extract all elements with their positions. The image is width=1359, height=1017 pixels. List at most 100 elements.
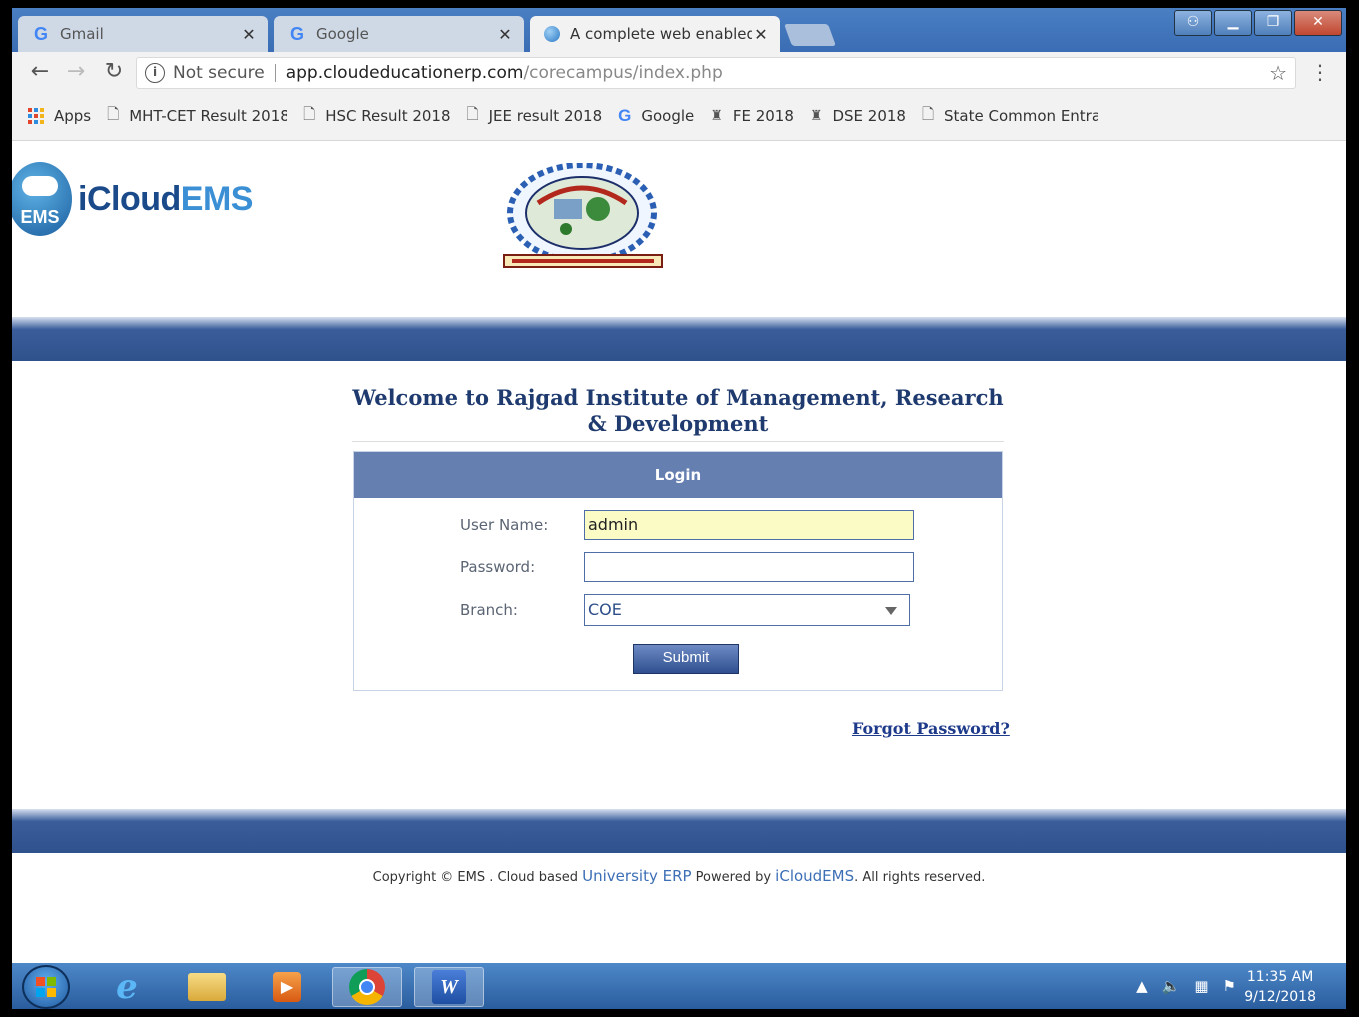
bookmark-label: Apps bbox=[54, 107, 92, 125]
window-controls: ⚇ ▁ ❐ ✕ bbox=[1174, 10, 1342, 36]
bookmark-dse[interactable]: ♜ DSE 2018 bbox=[810, 107, 906, 125]
volume-icon[interactable]: 🔈 bbox=[1162, 977, 1181, 995]
bookmark-label: Google bbox=[641, 107, 695, 125]
logo-text-main: iCloud bbox=[78, 179, 181, 218]
bookmark-jee[interactable]: 🗋 JEE result 2018 bbox=[467, 104, 603, 129]
clock-time: 11:35 AM bbox=[1246, 969, 1314, 985]
tab-google[interactable]: G Google ✕ bbox=[274, 16, 524, 52]
emblem-icon: ♜ bbox=[809, 108, 823, 124]
globe-icon bbox=[544, 26, 560, 42]
network-icon[interactable]: ▦ bbox=[1194, 977, 1208, 995]
browser-window: G Gmail ✕ G Google ✕ A complete web enab… bbox=[12, 8, 1346, 1009]
username-label: User Name: bbox=[460, 516, 549, 534]
forgot-password-link[interactable]: Forgot Password? bbox=[852, 719, 1010, 738]
apps-grid-icon bbox=[28, 108, 44, 124]
bookmark-label: HSC Result 2018 bbox=[325, 107, 451, 125]
username-row: User Name: admin bbox=[460, 510, 914, 540]
action-center-flag-icon[interactable]: ⚑ bbox=[1223, 977, 1236, 995]
username-input[interactable]: admin bbox=[584, 510, 914, 540]
internet-explorer-icon[interactable]: e bbox=[92, 967, 162, 1007]
bookmark-apps[interactable]: Apps bbox=[28, 107, 91, 125]
footer-text-suffix: . All rights reserved. bbox=[854, 870, 986, 885]
page-icon: 🗋 bbox=[107, 104, 120, 123]
back-arrow-icon[interactable]: ← bbox=[28, 60, 52, 84]
taskbar-clock[interactable]: 11:35 AM 9/12/2018 bbox=[1244, 967, 1316, 1007]
chrome-icon[interactable] bbox=[332, 967, 402, 1007]
footer-text-prefix: Copyright © EMS . Cloud based bbox=[372, 870, 583, 885]
browser-toolbar: ← → ↻ i Not secure app.cloudeducationerp… bbox=[12, 52, 1346, 92]
window-close-button[interactable]: ✕ bbox=[1294, 10, 1342, 36]
tab-label: A complete web enabled bbox=[570, 25, 752, 43]
bookmark-label: JEE result 2018 bbox=[488, 107, 603, 125]
logo-badge-text: EMS bbox=[20, 207, 60, 227]
page-content: EMS iCloudEMS Welcome to Rajgad Institut… bbox=[12, 141, 1346, 963]
clock-date: 9/12/2018 bbox=[1244, 989, 1316, 1005]
tab-gmail[interactable]: G Gmail ✕ bbox=[18, 16, 268, 52]
dropdown-arrow-icon bbox=[885, 607, 897, 615]
bookmark-label: FE 2018 bbox=[732, 107, 794, 125]
logo-wordmark: iCloudEMS bbox=[78, 180, 253, 219]
branch-select[interactable]: COE bbox=[584, 594, 910, 626]
system-tray: ▲ 🔈 ▦ ⚑ bbox=[1136, 977, 1236, 995]
forward-arrow-icon[interactable]: → bbox=[64, 60, 88, 84]
url-path: /corecampus/index.php bbox=[523, 63, 723, 83]
windows-taskbar: e ▶ W ▲ 🔈 ▦ ⚑ 11:35 AM 9/12/2018 bbox=[12, 963, 1346, 1009]
bookmark-fe[interactable]: ♜ FE 2018 bbox=[710, 107, 794, 125]
bookmark-mhtcet[interactable]: 🗋 MHT-CET Result 2018 bbox=[107, 104, 287, 129]
bookmark-label: DSE 2018 bbox=[832, 107, 906, 125]
bookmark-label: MHT-CET Result 2018 bbox=[129, 107, 288, 125]
minimize-button[interactable]: ▁ bbox=[1214, 10, 1252, 36]
bookmark-hsc[interactable]: 🗋 HSC Result 2018 bbox=[303, 104, 450, 129]
submit-button[interactable]: Submit bbox=[633, 644, 739, 674]
address-bar[interactable]: i Not secure app.cloudeducationerp.com/c… bbox=[136, 57, 1296, 89]
branch-selected-value: COE bbox=[588, 600, 622, 619]
close-icon[interactable]: ✕ bbox=[496, 25, 514, 44]
bookmark-google[interactable]: G Google bbox=[618, 106, 694, 126]
menu-dots-icon[interactable]: ⋮ bbox=[1310, 60, 1330, 84]
tab-strip: G Gmail ✕ G Google ✕ A complete web enab… bbox=[12, 8, 1346, 52]
page-icon: 🗋 bbox=[921, 104, 935, 123]
tab-active-page[interactable]: A complete web enabled ✕ bbox=[530, 16, 780, 52]
logo-text-accent: EMS bbox=[180, 179, 254, 218]
url-host: app.cloudeducationerp.com bbox=[285, 63, 524, 83]
new-tab-button[interactable] bbox=[783, 24, 837, 46]
divider bbox=[274, 64, 276, 82]
password-row: Password: bbox=[460, 552, 914, 582]
tab-label: Google bbox=[316, 25, 369, 43]
media-player-icon[interactable]: ▶ bbox=[252, 967, 322, 1007]
bookmark-label: State Common Entrance bbox=[944, 107, 1098, 125]
branch-label: Branch: bbox=[460, 601, 518, 619]
google-icon: G bbox=[33, 24, 48, 44]
page-icon: 🗋 bbox=[466, 104, 479, 123]
branch-row: Branch: COE bbox=[460, 594, 910, 626]
cloud-icon bbox=[22, 176, 58, 196]
word-icon[interactable]: W bbox=[414, 967, 484, 1007]
footer-band bbox=[12, 809, 1346, 853]
start-button[interactable] bbox=[22, 965, 70, 1009]
windows-logo-icon bbox=[36, 977, 56, 997]
show-hidden-icons-icon[interactable]: ▲ bbox=[1136, 977, 1148, 995]
icloudems-link[interactable]: iCloudEMS bbox=[775, 867, 854, 885]
page-icon: 🗋 bbox=[303, 104, 316, 123]
footer-text-middle: Powered by bbox=[691, 870, 776, 885]
maximize-button[interactable]: ❐ bbox=[1254, 10, 1292, 36]
bookmark-star-icon[interactable]: ☆ bbox=[1269, 61, 1287, 85]
icloudems-logo[interactable]: EMS iCloudEMS bbox=[12, 159, 253, 239]
info-icon[interactable]: i bbox=[145, 63, 165, 83]
emblem-icon: ♜ bbox=[710, 108, 723, 124]
bookmark-state-cet[interactable]: 🗋 State Common Entrance bbox=[922, 104, 1098, 129]
file-explorer-icon[interactable] bbox=[172, 967, 242, 1007]
close-icon[interactable]: ✕ bbox=[240, 25, 258, 44]
college-seal-icon bbox=[503, 163, 663, 268]
close-icon[interactable]: ✕ bbox=[752, 25, 770, 44]
reload-icon[interactable]: ↻ bbox=[102, 60, 126, 84]
password-input[interactable] bbox=[584, 552, 914, 582]
security-label: Not secure bbox=[173, 63, 265, 83]
login-heading: Login bbox=[354, 452, 1002, 498]
university-erp-link[interactable]: University ERP bbox=[582, 867, 691, 885]
profile-icon[interactable]: ⚇ bbox=[1174, 10, 1212, 36]
bookmarks-bar: Apps 🗋 MHT-CET Result 2018 🗋 HSC Result … bbox=[12, 92, 1346, 141]
tab-label: Gmail bbox=[60, 25, 104, 43]
page-title: Welcome to Rajgad Institute of Managemen… bbox=[352, 385, 1004, 442]
google-icon: G bbox=[618, 106, 632, 125]
